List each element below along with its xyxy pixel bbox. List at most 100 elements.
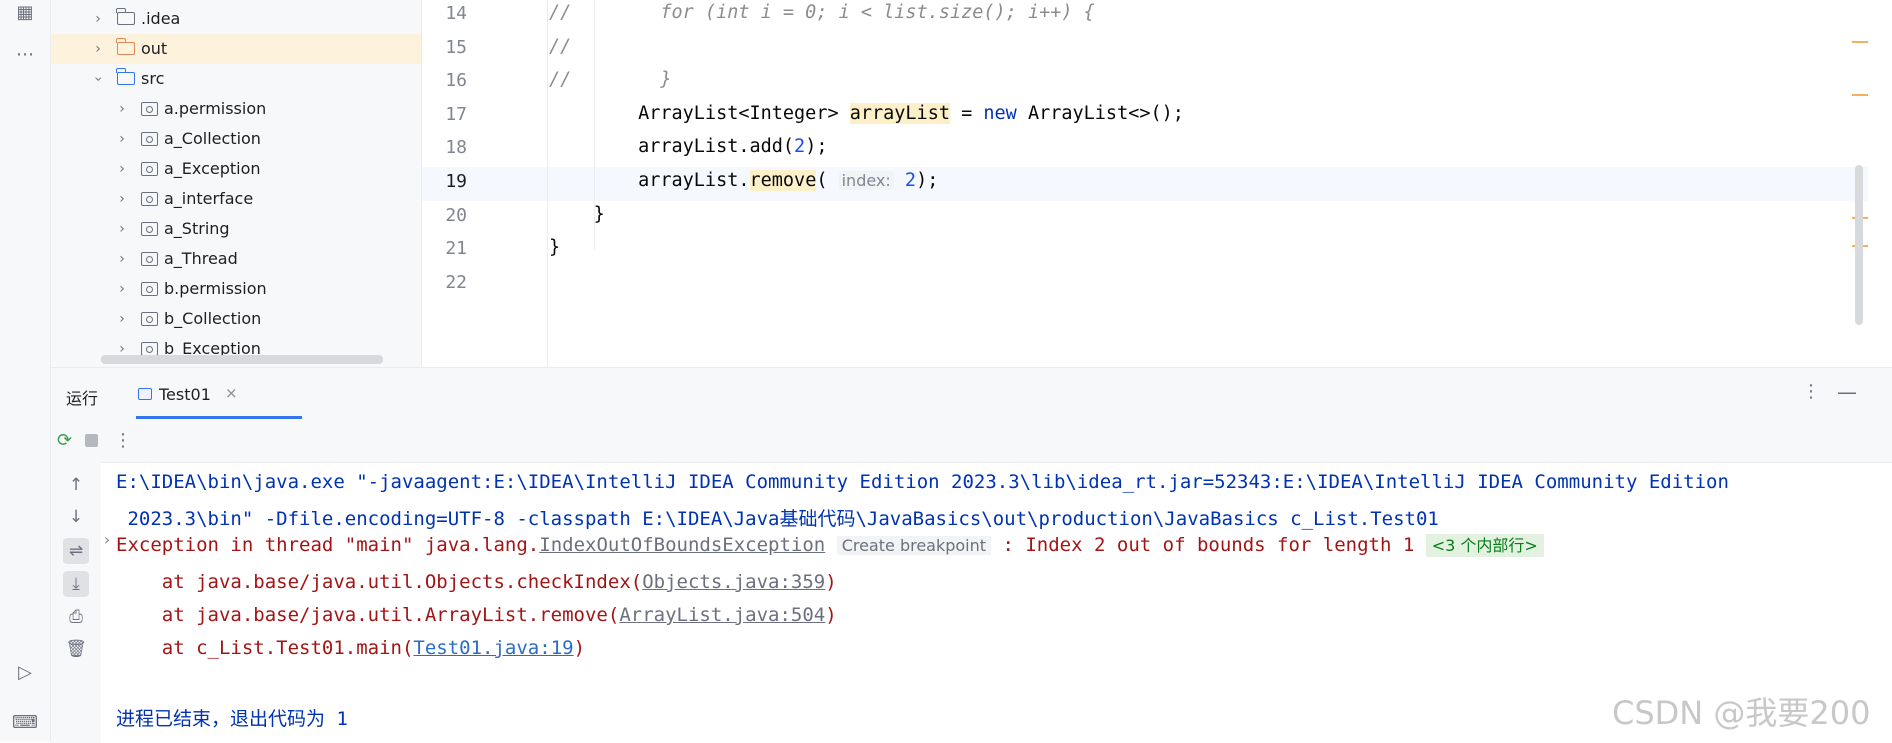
stack-frame-text: at c_List.Test01.main( xyxy=(116,637,414,659)
package-icon xyxy=(141,342,158,356)
stack-frame: at java.base/java.util.Objects.checkInde… xyxy=(116,571,837,593)
package-icon xyxy=(141,102,158,116)
trash-icon[interactable]: 🗑 xyxy=(63,636,89,662)
comment-marker: // xyxy=(549,2,572,23)
line-number: 16 xyxy=(445,70,467,91)
scroll-to-end-icon[interactable]: ⤓ xyxy=(63,571,89,597)
parameter-hint: index: xyxy=(838,171,894,190)
tree-item-label: a_interface xyxy=(164,189,254,208)
comment-marker: // xyxy=(549,69,572,90)
tree-horizontal-scrollbar[interactable] xyxy=(101,355,383,364)
number-literal: 2 xyxy=(794,136,806,157)
tree-item-package[interactable]: › a.permission xyxy=(51,94,421,124)
stack-frame-link[interactable]: ArrayList.java:504 xyxy=(619,604,825,626)
source-folder-icon xyxy=(116,68,135,85)
tree-item-label: a_String xyxy=(164,219,230,238)
chevron-right-icon[interactable]: › xyxy=(115,274,129,304)
code-token: ); xyxy=(805,136,828,157)
close-icon[interactable]: × xyxy=(225,384,238,402)
chevron-right-icon[interactable]: › xyxy=(115,154,129,184)
code-token: arrayList.add( xyxy=(638,136,795,157)
package-icon xyxy=(141,162,158,176)
fold-arrow-icon[interactable]: › xyxy=(102,530,112,549)
chevron-right-icon[interactable]: › xyxy=(115,124,129,154)
arrow-up-icon[interactable]: ↑ xyxy=(63,472,89,498)
line-number: 15 xyxy=(445,37,467,58)
run-toolbar: ⟳ ⋮ xyxy=(51,420,1892,463)
code-editor[interactable]: 14 15 16 17 18 19 20 21 22 // for (int i… xyxy=(422,0,1892,367)
editor-vertical-scrollbar[interactable] xyxy=(1855,165,1863,325)
package-icon xyxy=(141,132,158,146)
minimize-icon[interactable]: — xyxy=(1837,380,1857,404)
code-line-21: } xyxy=(549,237,560,258)
chevron-right-icon[interactable]: › xyxy=(115,244,129,274)
more-icon[interactable]: ⋯ xyxy=(12,42,38,68)
soft-wrap-icon[interactable]: ⇌ xyxy=(63,538,89,564)
tree-item-out[interactable]: › out xyxy=(51,34,421,64)
stack-frame-text: ) xyxy=(573,637,586,659)
print-icon[interactable]: ⎙ xyxy=(63,604,89,630)
code-token: arrayList. xyxy=(638,170,750,191)
structure-icon[interactable]: ▦ xyxy=(12,0,38,26)
line-number-current: 19 xyxy=(445,171,467,192)
code-line-19: arrayList.remove( index: 2); xyxy=(549,170,938,191)
code-token: ); xyxy=(916,170,939,191)
tree-item-package[interactable]: › b_Collection xyxy=(51,304,421,334)
create-breakpoint-button[interactable]: Create breakpoint xyxy=(836,536,992,555)
tree-item-package[interactable]: › a_String xyxy=(51,214,421,244)
code-token: ArrayList<>(); xyxy=(1016,103,1184,124)
stack-frame-link[interactable]: Objects.java:359 xyxy=(642,571,825,593)
error-stripe-marker[interactable] xyxy=(1852,94,1868,96)
method-highlight: remove xyxy=(749,170,817,191)
tree-item-package[interactable]: › b.permission xyxy=(51,274,421,304)
error-stripe-marker[interactable] xyxy=(1852,41,1868,43)
watermark: CSDN @我要200 xyxy=(1612,694,1871,732)
exception-class-link[interactable]: IndexOutOfBoundsException xyxy=(539,534,825,556)
more-icon[interactable]: ⋮ xyxy=(114,430,132,451)
chevron-right-icon[interactable]: › xyxy=(115,184,129,214)
stack-frame-text: at java.base/java.util.Objects.checkInde… xyxy=(116,571,643,593)
chevron-right-icon[interactable]: › xyxy=(115,214,129,244)
code-token: = xyxy=(949,103,984,124)
stack-frame-link[interactable]: Test01.java:19 xyxy=(413,637,573,659)
chevron-right-icon[interactable]: › xyxy=(91,4,105,34)
tree-item-src[interactable]: › src xyxy=(51,64,421,94)
code-line-20: } xyxy=(549,204,605,225)
code-token: } xyxy=(593,204,605,225)
chevron-right-icon[interactable]: › xyxy=(91,34,105,64)
chevron-right-icon[interactable]: › xyxy=(115,94,129,124)
stop-icon[interactable] xyxy=(85,434,98,447)
code-token: ArrayList<Integer> xyxy=(638,103,850,124)
rerun-icon[interactable]: ⟳ xyxy=(57,430,72,451)
keyword: new xyxy=(983,103,1017,124)
tree-item-package[interactable]: › a_Exception xyxy=(51,154,421,184)
code-line-15: // xyxy=(549,36,571,57)
tree-item-label: b_Collection xyxy=(164,309,262,328)
tree-item-label: b.permission xyxy=(164,279,267,298)
code-token: ( xyxy=(816,170,828,191)
console-command-line: E:\IDEA\bin\java.exe "-javaagent:E:\IDEA… xyxy=(116,471,1729,493)
tree-item-label: src xyxy=(141,69,165,88)
tree-item-package[interactable]: › a_Thread xyxy=(51,244,421,274)
package-icon xyxy=(141,312,158,326)
collapsed-frames-button[interactable]: <3 个内部行> xyxy=(1425,534,1544,557)
comment-text: for (int i = 0; i < list.size(); i++) { xyxy=(660,2,1095,23)
chevron-down-icon[interactable]: › xyxy=(83,72,113,86)
tree-item-label: .idea xyxy=(141,9,181,28)
tree-item-package[interactable]: › a_interface xyxy=(51,184,421,214)
tree-item-label: a.permission xyxy=(164,99,267,118)
code-line-18: arrayList.add(2); xyxy=(549,136,827,157)
code-line-17: ArrayList<Integer> arrayList = new Array… xyxy=(549,103,1184,124)
line-number: 18 xyxy=(445,137,467,158)
chevron-right-icon[interactable]: › xyxy=(115,304,129,334)
tree-item-idea[interactable]: › .idea xyxy=(51,4,421,34)
run-icon[interactable]: ▷ xyxy=(12,660,38,686)
terminal-icon[interactable]: ⌨ xyxy=(12,710,38,736)
console-command-line: 2023.3\bin" -Dfile.encoding=UTF-8 -class… xyxy=(116,508,1439,530)
stack-frame-text: ) xyxy=(825,571,837,593)
folder-icon xyxy=(116,8,135,25)
tree-item-package[interactable]: › a_Collection xyxy=(51,124,421,154)
console-exception-line: Exception in thread "main" java.lang.Ind… xyxy=(116,528,1544,563)
more-options-icon[interactable]: ⋮ xyxy=(1802,381,1820,402)
arrow-down-icon[interactable]: ↓ xyxy=(63,504,89,530)
